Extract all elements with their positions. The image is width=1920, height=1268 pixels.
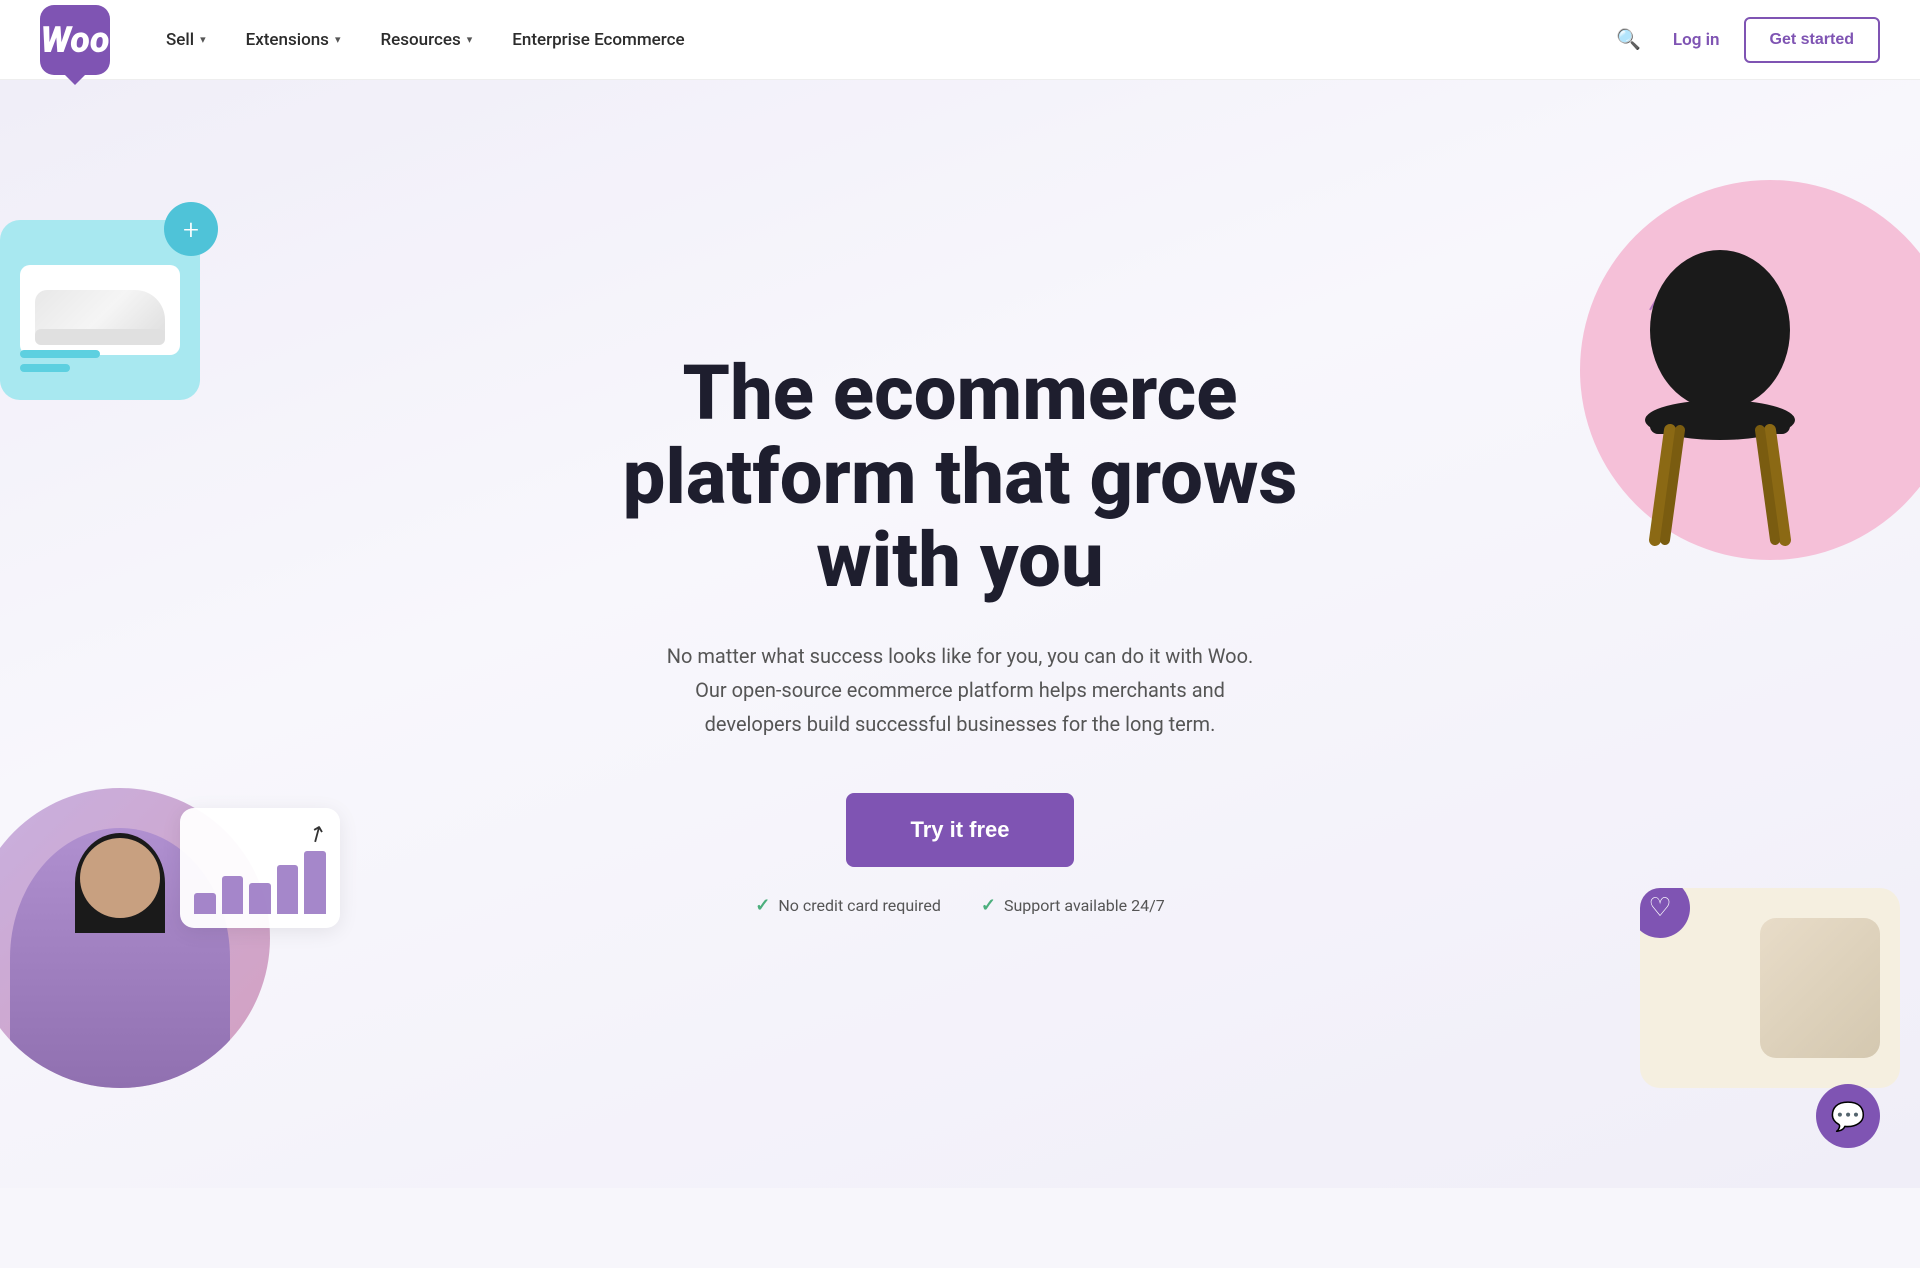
search-button[interactable]: 🔍 — [1608, 19, 1649, 60]
chart-bar-3 — [249, 883, 271, 915]
shoe-inner — [20, 265, 180, 355]
shoe-line-2 — [20, 364, 70, 372]
search-icon: 🔍 — [1616, 27, 1641, 52]
login-link[interactable]: Log in — [1669, 20, 1724, 60]
logo-text: Woo — [40, 22, 109, 58]
hero-section: + ↗ The ecommerce platform that grows wi… — [0, 80, 1920, 1188]
chevron-down-icon: ▾ — [467, 33, 473, 46]
badge-label-2: Support available 24/7 — [1004, 896, 1165, 915]
chat-icon: 💬 — [1831, 1100, 1866, 1133]
chart-bar-2 — [222, 876, 244, 915]
main-nav: Woo Sell ▾ Extensions ▾ Resources ▾ Ente… — [0, 0, 1920, 80]
nav-resources[interactable]: Resources ▾ — [364, 20, 488, 60]
badge-label-1: No credit card required — [778, 896, 940, 915]
nav-actions: 🔍 Log in Get started — [1608, 17, 1880, 63]
shoe-line-1 — [20, 350, 100, 358]
chart-bar-4 — [277, 865, 299, 914]
badge-no-credit-card: ✓ No credit card required — [755, 895, 941, 916]
hero-center: The ecommerce platform that grows with y… — [600, 352, 1320, 916]
sneaker-image — [35, 275, 165, 345]
nav-enterprise[interactable]: Enterprise Ecommerce — [496, 20, 700, 60]
soap-item — [1760, 918, 1880, 1058]
chart-bar-1 — [194, 893, 216, 914]
chat-bubble-button[interactable]: 💬 — [1816, 1084, 1880, 1148]
get-started-button[interactable]: Get started — [1744, 17, 1880, 63]
hero-badges: ✓ No credit card required ✓ Support avai… — [620, 895, 1300, 916]
nav-extensions[interactable]: Extensions ▾ — [230, 20, 357, 60]
chart-bar-5 — [304, 851, 326, 914]
logo-box: Woo — [40, 5, 110, 75]
chevron-down-icon: ▾ — [335, 33, 341, 46]
nav-links: Sell ▾ Extensions ▾ Resources ▾ Enterpri… — [150, 20, 1608, 60]
soap-card-decoration: ♡ — [1640, 888, 1900, 1088]
check-icon-2: ✓ — [981, 895, 996, 916]
chart-bars — [194, 844, 326, 914]
hero-title: The ecommerce platform that grows with y… — [620, 352, 1300, 603]
hero-subtitle: No matter what success looks like for yo… — [650, 639, 1270, 741]
woman-head — [80, 838, 160, 918]
nav-sell[interactable]: Sell ▾ — [150, 20, 222, 60]
logo-link[interactable]: Woo — [40, 5, 110, 75]
try-it-free-button[interactable]: Try it free — [846, 793, 1073, 867]
badge-support: ✓ Support available 24/7 — [981, 895, 1165, 916]
chevron-down-icon: ▾ — [200, 33, 206, 46]
plus-circle: + — [164, 202, 218, 256]
shoe-card-decoration: + — [0, 220, 200, 400]
shoe-lines — [20, 350, 100, 372]
chart-card-decoration: ↗ — [180, 808, 340, 928]
check-icon-1: ✓ — [755, 895, 770, 916]
heart-badge: ♡ — [1640, 888, 1690, 938]
chair-decoration — [1600, 240, 1840, 560]
